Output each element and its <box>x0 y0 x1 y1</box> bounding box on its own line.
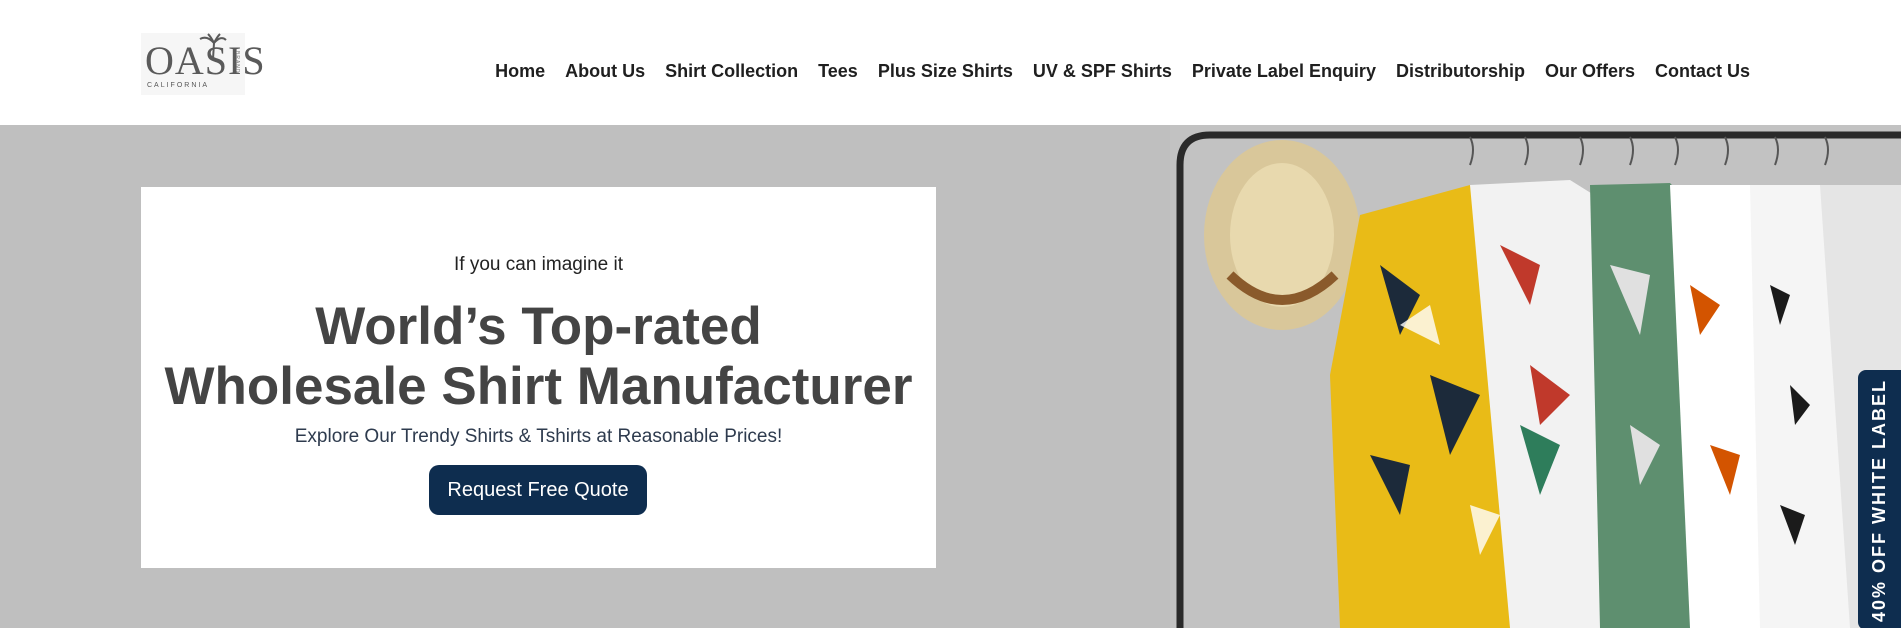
nav-tees[interactable]: Tees <box>818 59 858 83</box>
hero-section: If you can imagine it World’s Top-rated … <box>0 125 1901 628</box>
clothing-rack-illustration <box>1170 125 1901 628</box>
nav-home[interactable]: Home <box>495 59 545 83</box>
logo-wordmark: OASIS <box>145 38 266 83</box>
hero-headline: World’s Top-rated Wholesale Shirt Manufa… <box>141 297 936 417</box>
nav-about-us[interactable]: About Us <box>565 59 645 83</box>
logo-subtitle: CALIFORNIA <box>147 82 210 89</box>
nav-uv-spf-shirts[interactable]: UV & SPF Shirts <box>1033 59 1172 83</box>
hero-subline: Explore Our Trendy Shirts & Tshirts at R… <box>294 426 783 447</box>
nav-shirt-collection[interactable]: Shirt Collection <box>665 59 798 83</box>
hero-clothing-rack-image <box>1170 125 1901 628</box>
headline-line-2: Wholesale Shirt Manufacturer <box>164 357 913 416</box>
hero-kicker: If you can imagine it <box>454 254 623 275</box>
site-header: OASIS CALIFORNIA BRAND Home About Us Shi… <box>0 0 1901 125</box>
promo-label: 40% OFF WHITE LABEL <box>1869 378 1889 622</box>
hero-card: If you can imagine it World’s Top-rated … <box>141 187 936 568</box>
promo-side-tab[interactable]: 40% OFF WHITE LABEL <box>1858 370 1901 628</box>
main-nav: Home About Us Shirt Collection Tees Plus… <box>495 59 1750 83</box>
brand-logo[interactable]: OASIS CALIFORNIA BRAND <box>141 33 265 95</box>
nav-distributorship[interactable]: Distributorship <box>1396 59 1525 83</box>
nav-private-label-enquiry[interactable]: Private Label Enquiry <box>1192 59 1376 83</box>
nav-contact-us[interactable]: Contact Us <box>1655 59 1750 83</box>
headline-line-1: World’s Top-rated <box>315 297 762 356</box>
nav-our-offers[interactable]: Our Offers <box>1545 59 1635 83</box>
logo-tag: BRAND <box>234 51 240 74</box>
nav-plus-size-shirts[interactable]: Plus Size Shirts <box>878 59 1013 83</box>
request-free-quote-button[interactable]: Request Free Quote <box>429 465 647 515</box>
